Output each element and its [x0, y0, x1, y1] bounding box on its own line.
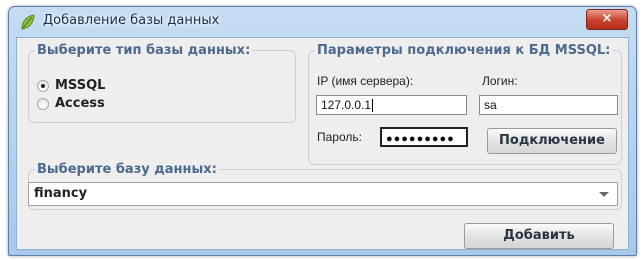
close-icon: ×: [601, 11, 613, 26]
add-button[interactable]: Добавить: [464, 223, 614, 249]
connection-group: Параметры подключения к БД MSSQL: IP (им…: [308, 43, 622, 165]
connection-legend: Параметры подключения к БД MSSQL:: [317, 43, 611, 58]
title-bar[interactable]: Добавление базы данных ×: [9, 7, 636, 37]
db-type-group: Выберите тип базы данных: MSSQL Access: [28, 43, 296, 123]
radio-mssql-label: MSSQL: [55, 78, 106, 93]
window-title: Добавление базы данных: [43, 13, 220, 28]
connect-button[interactable]: Подключение: [487, 128, 617, 154]
server-input[interactable]: 127.0.0.1: [316, 95, 467, 115]
radio-mssql-indicator[interactable]: [37, 79, 49, 92]
chevron-down-icon[interactable]: [599, 192, 609, 197]
radio-access[interactable]: Access: [37, 96, 105, 111]
database-legend: Выберите базу данных:: [37, 162, 217, 177]
leaf-icon: [21, 14, 35, 30]
server-label: IP (имя сервера):: [317, 74, 414, 88]
login-label: Логин:: [482, 74, 518, 88]
database-dropdown-value: financy: [34, 186, 88, 201]
server-input-value: 127.0.0.1: [321, 98, 372, 112]
login-input-value: sa: [484, 98, 497, 112]
db-type-legend: Выберите тип базы данных:: [37, 43, 251, 58]
password-label: Пароль:: [317, 130, 362, 144]
close-button[interactable]: ×: [586, 9, 628, 30]
window-content: Выберите тип базы данных: MSSQL Access П…: [16, 37, 629, 250]
text-caret: [372, 99, 374, 113]
database-dropdown[interactable]: financy: [28, 182, 618, 206]
password-input[interactable]: ●●●●●●●●●: [380, 127, 468, 147]
password-input-value: ●●●●●●●●●: [386, 133, 455, 145]
login-input[interactable]: sa: [479, 95, 618, 115]
radio-access-indicator[interactable]: [37, 97, 49, 110]
radio-access-label: Access: [55, 96, 105, 111]
add-database-window: Добавление базы данных × Выберите тип ба…: [8, 6, 637, 256]
radio-mssql[interactable]: MSSQL: [37, 78, 105, 93]
